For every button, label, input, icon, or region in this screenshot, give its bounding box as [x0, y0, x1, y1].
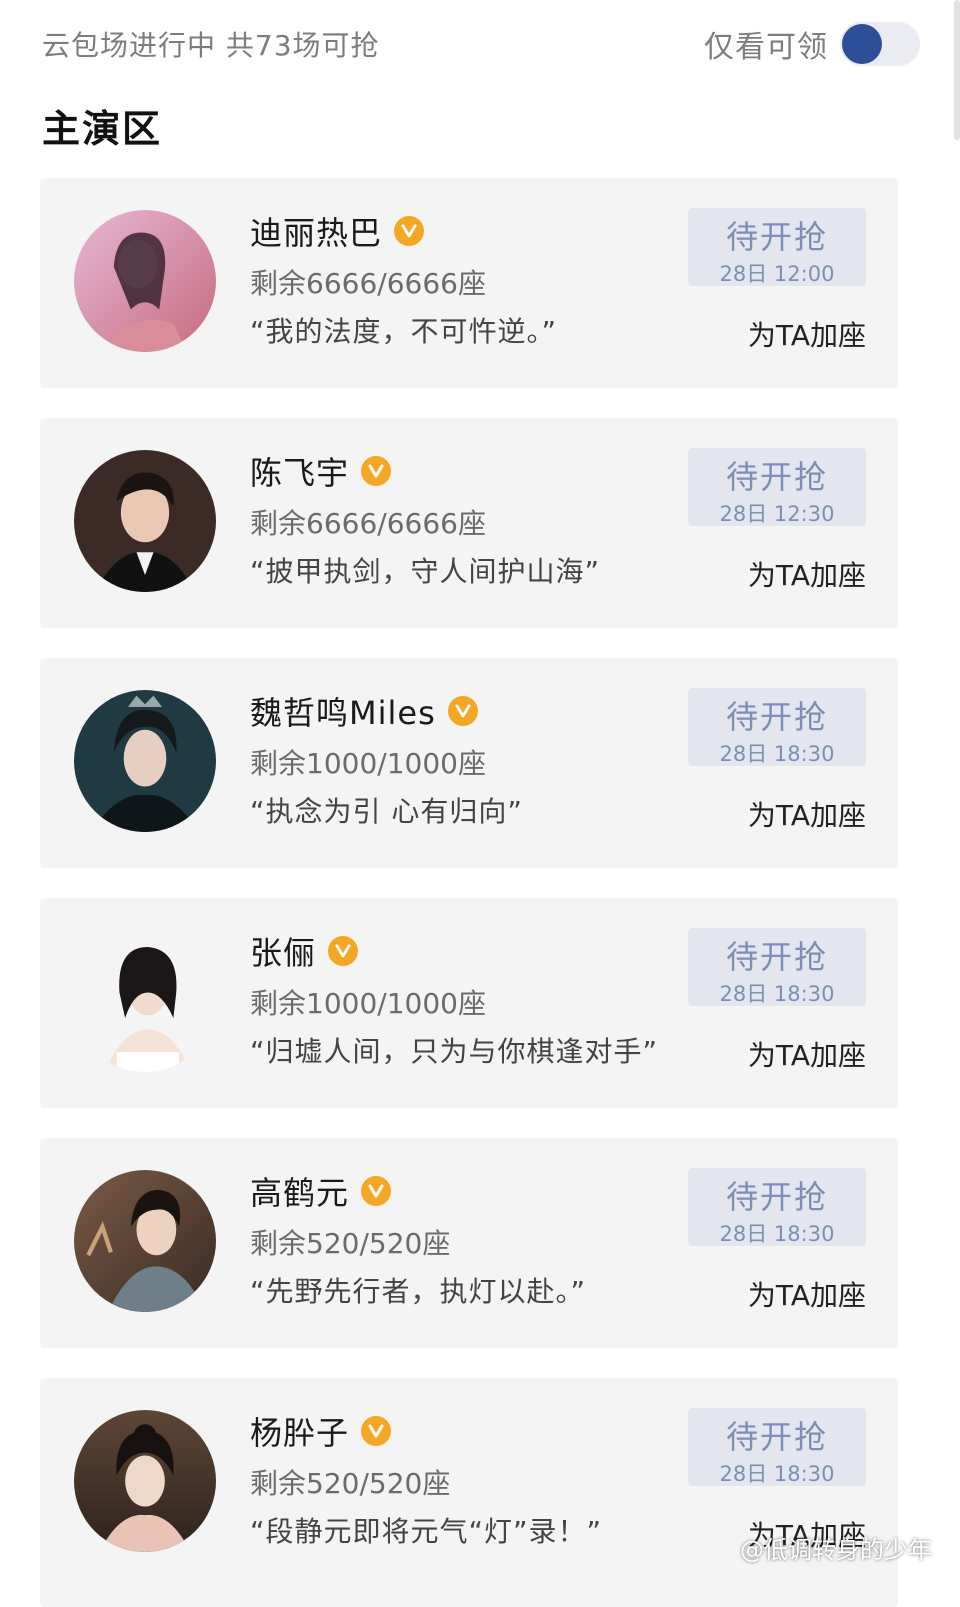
grab-button-label: 待开抢 — [725, 458, 828, 496]
toggle-knob — [842, 24, 882, 64]
seats-remaining: 剩余520/520座 — [250, 1227, 451, 1260]
actor-quote: “执念为引 心有归向” — [250, 795, 523, 828]
grab-button[interactable]: 待开抢 28日 18:30 — [688, 1408, 866, 1486]
add-seat-link[interactable]: 为TA加座 — [748, 1274, 866, 1314]
avatar — [74, 690, 216, 832]
top-bar: 云包场进行中 共73场可抢 仅看可领 — [0, 0, 960, 90]
verified-badge-icon — [361, 1176, 392, 1206]
actor-name: 杨肸子 — [250, 1414, 350, 1452]
grab-button[interactable]: 待开抢 28日 18:30 — [688, 928, 866, 1006]
grab-button-label: 待开抢 — [725, 938, 828, 976]
add-seat-link[interactable]: 为TA加座 — [748, 1034, 866, 1074]
grab-button-time: 28日 12:00 — [719, 262, 835, 286]
actor-name: 高鹤元 — [250, 1174, 350, 1212]
avatar — [74, 450, 216, 592]
actor-quote: “归墟人间，只为与你棋逢对手” — [250, 1035, 659, 1068]
actor-card[interactable]: 高鹤元 剩余520/520座 “先野先行者，执灯以赴。” 待开抢 28日 18:… — [40, 1138, 898, 1348]
actor-card[interactable]: 迪丽热巴 剩余6666/6666座 “我的法度，不可忤逆。” 待开抢 28日 1… — [40, 178, 898, 388]
verified-badge-icon — [361, 456, 392, 486]
avatar — [74, 210, 216, 352]
grab-button-time: 28日 18:30 — [719, 1462, 835, 1486]
name-row: 杨肸子 — [250, 1408, 392, 1454]
avatar — [74, 930, 216, 1072]
watermark-text: @低调转身的少年 — [740, 1536, 932, 1564]
grab-button-label: 待开抢 — [725, 218, 828, 256]
seats-remaining: 剩余6666/6666座 — [250, 267, 486, 300]
grab-button[interactable]: 待开抢 28日 12:30 — [688, 448, 866, 526]
seats-remaining: 剩余1000/1000座 — [250, 747, 486, 780]
actor-quote: “先野先行者，执灯以赴。” — [250, 1275, 587, 1308]
avatar — [74, 1170, 216, 1312]
actor-name: 魏哲鸣Miles — [250, 694, 436, 732]
grab-button-time: 28日 18:30 — [719, 982, 835, 1006]
grab-button-time: 28日 18:30 — [719, 742, 835, 766]
event-status-text: 云包场进行中 共73场可抢 — [42, 29, 380, 62]
grab-button-label: 待开抢 — [725, 1418, 828, 1456]
name-row: 高鹤元 — [250, 1168, 392, 1214]
claimable-toggle[interactable] — [840, 22, 920, 66]
verified-badge-icon — [447, 696, 478, 726]
verified-badge-icon — [328, 936, 359, 966]
name-row: 陈飞宇 — [250, 448, 392, 494]
actor-quote: “披甲执剑，守人间护山海” — [250, 555, 601, 588]
seats-remaining: 剩余520/520座 — [250, 1467, 451, 1500]
verified-badge-icon — [394, 216, 425, 246]
grab-button-time: 28日 18:30 — [719, 1222, 835, 1246]
filter-label: 仅看可领 — [704, 30, 828, 65]
actor-card[interactable]: 陈飞宇 剩余6666/6666座 “披甲执剑，守人间护山海” 待开抢 28日 1… — [40, 418, 898, 628]
grab-button-label: 待开抢 — [725, 698, 828, 736]
claimable-filter[interactable]: 仅看可领 — [704, 22, 920, 66]
actor-name: 迪丽热巴 — [250, 214, 383, 252]
name-row: 魏哲鸣Miles — [250, 688, 478, 734]
name-row: 迪丽热巴 — [250, 208, 425, 254]
seats-remaining: 剩余6666/6666座 — [250, 507, 486, 540]
actor-quote: “我的法度，不可忤逆。” — [250, 315, 558, 348]
add-seat-link[interactable]: 为TA加座 — [748, 554, 866, 594]
actor-card[interactable]: 魏哲鸣Miles 剩余1000/1000座 “执念为引 心有归向” 待开抢 28… — [40, 658, 898, 868]
actor-name: 陈飞宇 — [250, 454, 350, 492]
add-seat-link[interactable]: 为TA加座 — [748, 794, 866, 834]
grab-button[interactable]: 待开抢 28日 12:00 — [688, 208, 866, 286]
grab-button[interactable]: 待开抢 28日 18:30 — [688, 1168, 866, 1246]
grab-button[interactable]: 待开抢 28日 18:30 — [688, 688, 866, 766]
add-seat-link[interactable]: 为TA加座 — [748, 314, 866, 354]
section-title: 主演区 — [42, 107, 163, 151]
actor-card[interactable]: 杨肸子 剩余520/520座 “段静元即将元气“灯”录！” 待开抢 28日 18… — [40, 1378, 898, 1607]
grab-button-label: 待开抢 — [725, 1178, 828, 1216]
name-row: 张俪 — [250, 928, 359, 974]
grab-button-time: 28日 12:30 — [719, 502, 835, 526]
verified-badge-icon — [361, 1416, 392, 1446]
actor-card[interactable]: 张俪 剩余1000/1000座 “归墟人间，只为与你棋逢对手” 待开抢 28日 … — [40, 898, 898, 1108]
seats-remaining: 剩余1000/1000座 — [250, 987, 486, 1020]
actor-quote: “段静元即将元气“灯”录！” — [250, 1515, 603, 1548]
scrollbar[interactable] — [954, 0, 960, 140]
avatar — [74, 1410, 216, 1552]
actor-name: 张俪 — [250, 934, 317, 972]
